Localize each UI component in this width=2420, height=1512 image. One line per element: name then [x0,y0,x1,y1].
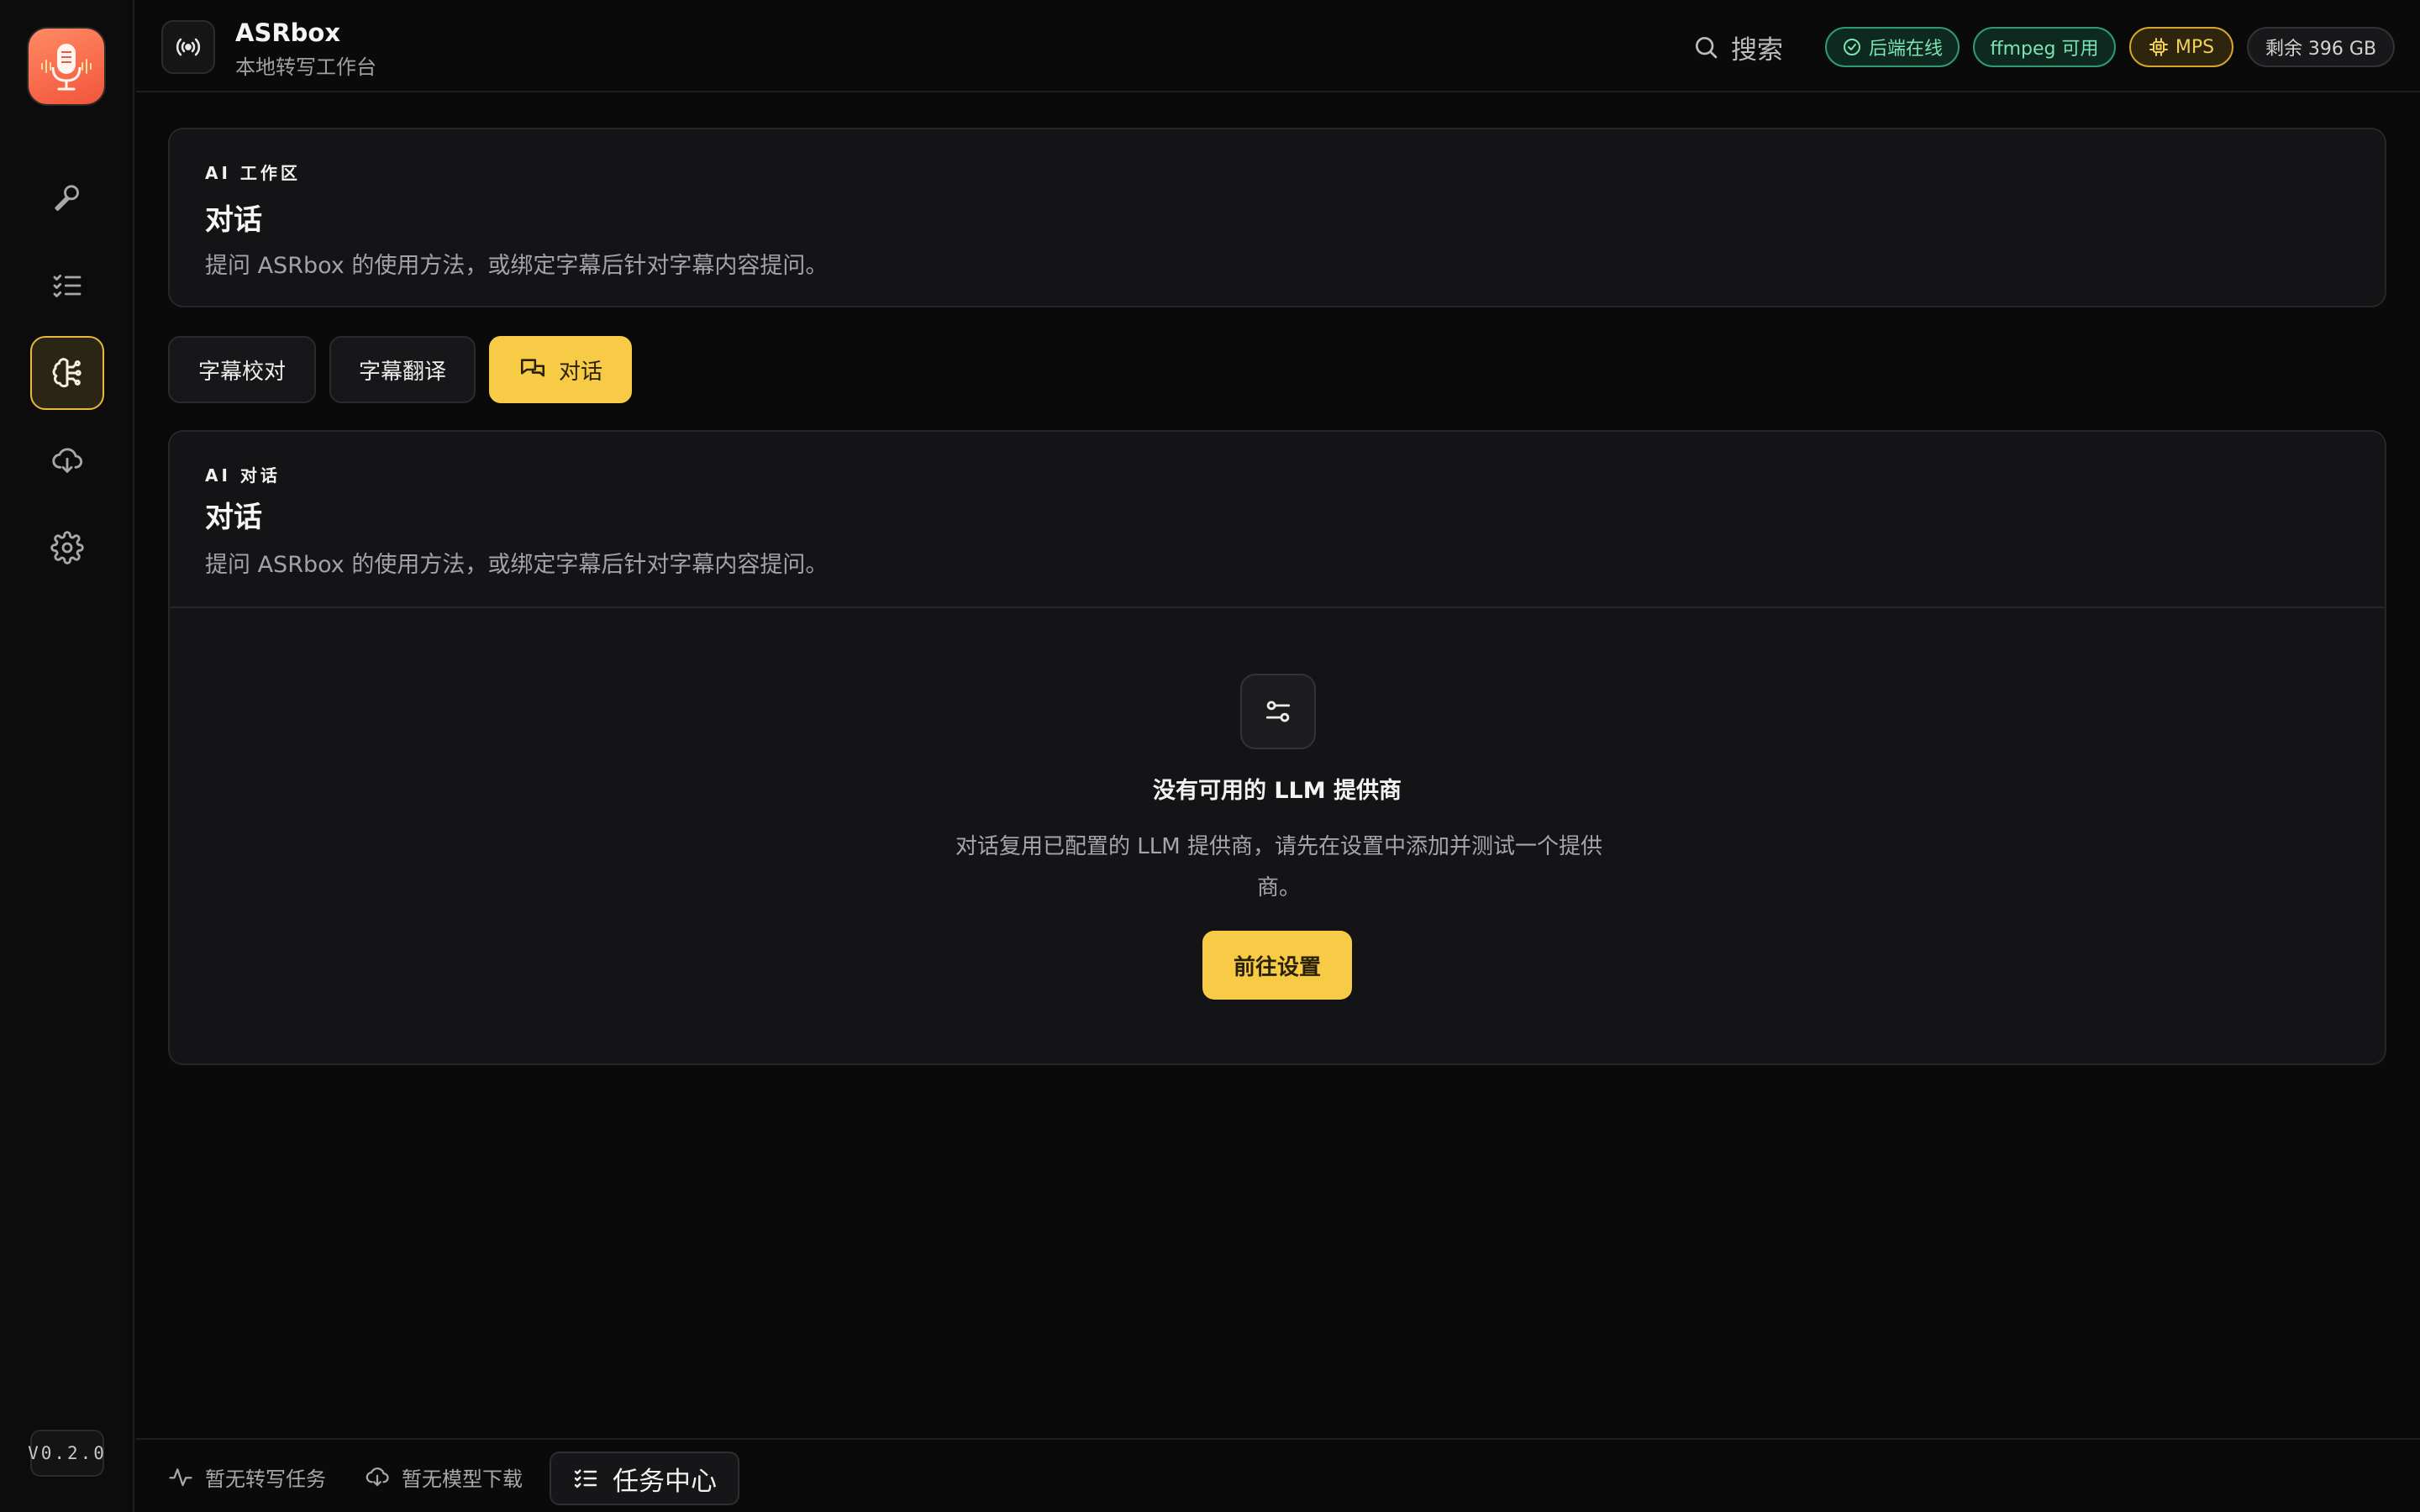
backend-status-badge: 后端在线 [1825,27,1960,67]
sidebar: V0.2.0 [0,0,134,1512]
workspace-description: 提问 ASRbox 的使用方法，或绑定字幕后针对字幕内容提问。 [205,253,829,279]
task-center-button[interactable]: 任务中心 [550,1452,739,1505]
cloud-download-icon [366,1467,389,1487]
chat-title: 对话 [205,501,262,534]
gear-icon [50,531,84,564]
sidebar-item-downloads[interactable] [30,423,104,497]
chat-panel: AI 对话 对话 提问 ASRbox 的使用方法，或绑定字幕后针对字幕内容提问。… [168,430,2386,1065]
tab-chat[interactable]: 对话 [489,336,632,403]
go-to-settings-button[interactable]: 前往设置 [1202,931,1352,1000]
tab-subtitle-translate[interactable]: 字幕翻译 [329,336,476,403]
chip-icon [2149,38,2168,56]
download-status: 暂无模型下载 [365,1462,523,1492]
sidebar-item-transcribe[interactable] [30,161,104,235]
version-badge: V0.2.0 [28,1430,104,1477]
top-bar: ASRbox 本地转写工作台 搜索 后端在线 ffmpeg 可用 MPS 剩余 … [136,0,2420,92]
app-subtitle: 本地转写工作台 [235,55,376,79]
checklist-icon [574,1469,597,1488]
device-badge: MPS [2129,27,2233,67]
empty-state-title: 没有可用的 LLM 提供商 [1152,778,1402,804]
chat-description: 提问 ASRbox 的使用方法，或绑定字幕后针对字幕内容提问。 [205,552,829,578]
page-title: 对话 [205,203,262,237]
chat-icon [520,359,545,377]
storage-badge: 剩余 396 GB [2247,27,2395,67]
app-root: V0.2.0 ASRbox 本地转写工作台 搜索 后端在线 ffmpeg 可用 [0,0,2420,1512]
sidebar-item-ai[interactable] [30,336,104,410]
microphone-icon [55,185,79,212]
app-title: ASRbox [235,18,341,47]
check-circle-icon [1844,39,1860,55]
workspace-header-card: AI 工作区 对话 提问 ASRbox 的使用方法，或绑定字幕后针对字幕内容提问… [168,128,2386,307]
activity-icon [169,1468,192,1487]
panel-divider [170,606,2385,608]
brain-icon [52,358,82,388]
search-button[interactable]: 搜索 [1692,29,1783,66]
transcribe-status: 暂无转写任务 [168,1462,326,1492]
search-icon [1696,37,1718,59]
sliders-icon [1240,674,1316,749]
workspace-eyebrow: AI 工作区 [205,163,301,183]
search-label: 搜索 [1731,34,1783,66]
status-footer: 暂无转写任务 暂无模型下载 任务中心 [136,1438,2420,1512]
sidebar-item-tasks[interactable] [30,249,104,323]
checklist-icon [53,274,82,297]
tab-subtitle-proofread[interactable]: 字幕校对 [168,336,316,403]
ffmpeg-status-badge: ffmpeg 可用 [1973,27,2116,67]
microphone-logo-icon [41,44,92,91]
app-logo [29,29,104,104]
cloud-download-icon [52,448,83,473]
chat-eyebrow: AI 对话 [205,465,281,486]
empty-state-description: 对话复用已配置的 LLM 提供商，请先在设置中添加并测试一个提供商。 [955,834,1602,900]
broadcast-icon [161,20,215,74]
sidebar-item-settings[interactable] [30,511,104,585]
